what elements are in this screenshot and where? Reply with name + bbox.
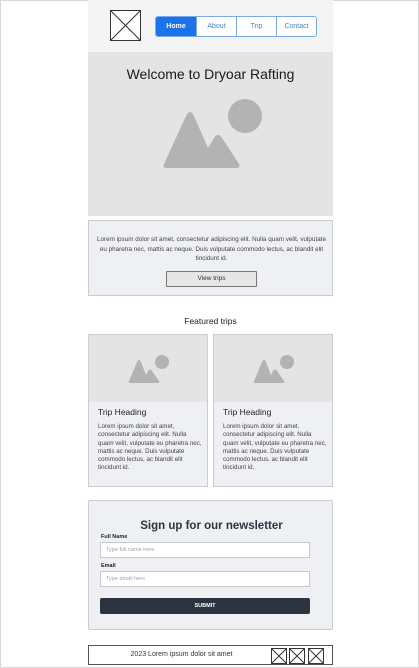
intro-text: Lorem ipsum dolor sit amet, consectetur … <box>97 236 326 262</box>
trip-card[interactable]: Trip Heading Lorem ipsum dolor sit amet,… <box>213 334 333 487</box>
logo-placeholder-icon[interactable] <box>110 10 141 41</box>
nav-trip[interactable]: Trip <box>236 17 276 36</box>
site-header: Home About Trip Contact <box>88 0 333 52</box>
trip-card[interactable]: Trip Heading Lorem ipsum dolor sit amet,… <box>88 334 208 487</box>
social-icon-3[interactable] <box>308 648 324 664</box>
email-input[interactable] <box>100 571 310 587</box>
full-name-input[interactable] <box>100 542 310 558</box>
card-heading: Trip Heading <box>98 407 147 417</box>
newsletter-form: Sign up for our newsletter Full Name Ema… <box>88 500 333 630</box>
card-image <box>214 335 332 402</box>
full-name-label: Full Name <box>101 534 128 540</box>
featured-title: Featured trips <box>184 316 237 326</box>
submit-button[interactable]: SUBMIT <box>100 598 310 614</box>
footer-text: 2023 Lorem ipsum dolor sit amet <box>130 651 233 658</box>
card-text: Lorem ipsum dolor sit amet, consectetur … <box>223 423 327 472</box>
newsletter-title: Sign up for our newsletter <box>140 520 283 532</box>
image-placeholder-icon <box>163 99 262 168</box>
card-image <box>89 335 207 402</box>
card-heading: Trip Heading <box>223 407 272 417</box>
image-placeholder-icon <box>128 355 169 383</box>
nav-home[interactable]: Home <box>156 17 196 36</box>
site-footer: 2023 Lorem ipsum dolor sit amet <box>88 645 333 665</box>
social-icon-2[interactable] <box>289 648 305 664</box>
social-icon-1[interactable] <box>271 648 287 664</box>
nav-about[interactable]: About <box>196 17 236 36</box>
image-placeholder-icon <box>253 355 294 383</box>
hero-title: Welcome to Dryoar Rafting <box>126 66 295 82</box>
card-text: Lorem ipsum dolor sit amet, consectetur … <box>98 423 202 472</box>
view-trips-button[interactable]: View trips <box>166 271 257 287</box>
nav-contact[interactable]: Contact <box>276 17 316 36</box>
email-label: Email <box>101 563 116 569</box>
main-nav: Home About Trip Contact <box>155 16 317 37</box>
intro-section: Lorem ipsum dolor sit amet, consectetur … <box>88 220 333 296</box>
hero-banner: Welcome to Dryoar Rafting <box>88 52 333 216</box>
